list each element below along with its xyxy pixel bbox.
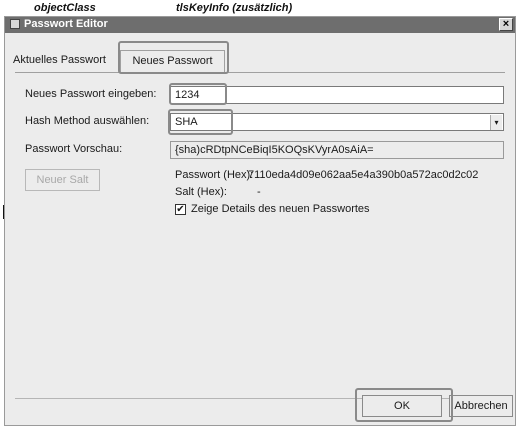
tab-aktuelles-passwort[interactable]: Aktuelles Passwort — [9, 50, 119, 72]
cancel-button[interactable]: Abbrechen — [449, 395, 513, 417]
hash-method-label: Hash Method auswählen: — [25, 115, 150, 127]
preview-label: Passwort Vorschau: — [25, 143, 123, 155]
close-icon[interactable]: × — [499, 18, 513, 31]
new-password-label: Neues Passwort eingeben: — [25, 88, 157, 100]
chevron-down-icon[interactable]: ▾ — [490, 115, 502, 130]
salt-hex-value: - — [257, 186, 261, 198]
ok-button[interactable]: OK — [362, 395, 442, 417]
dialog-title: Passwort Editor — [24, 18, 108, 30]
password-editor-dialog: Passwort Editor × Aktuelles Passwort Neu… — [4, 16, 516, 426]
tab-panel-neues-passwort: Neues Passwort eingeben: 1234 Hash Metho… — [15, 73, 509, 398]
password-preview-field: {sha)cRDtpNCeBiqI5KOQsKVyrA0sAiA= — [170, 141, 504, 159]
show-details-checkbox[interactable]: ✔ — [175, 204, 186, 215]
hash-method-select[interactable]: SHA ▾ — [170, 113, 504, 131]
show-details-label: Zeige Details des neuen Passwortes — [191, 203, 370, 215]
tab-neues-passwort[interactable]: Neues Passwort — [120, 50, 225, 72]
header-col-objectclass: objectClass — [34, 2, 96, 14]
window-icon — [10, 19, 20, 29]
header-col-tlskeyinfo: tlsKeyInfo (zusätzlich) — [176, 2, 293, 14]
password-hex-label: Passwort (Hex): — [175, 169, 254, 181]
password-hex-value: 7110eda4d09e062aa5e4a390b0a572ac0d2c02 — [248, 169, 479, 181]
dialog-titlebar: Passwort Editor × — [5, 17, 515, 33]
new-password-input[interactable]: 1234 — [170, 86, 504, 104]
salt-hex-label: Salt (Hex): — [175, 186, 227, 198]
new-salt-button[interactable]: Neuer Salt — [25, 169, 100, 191]
hash-method-value: SHA — [175, 116, 198, 128]
